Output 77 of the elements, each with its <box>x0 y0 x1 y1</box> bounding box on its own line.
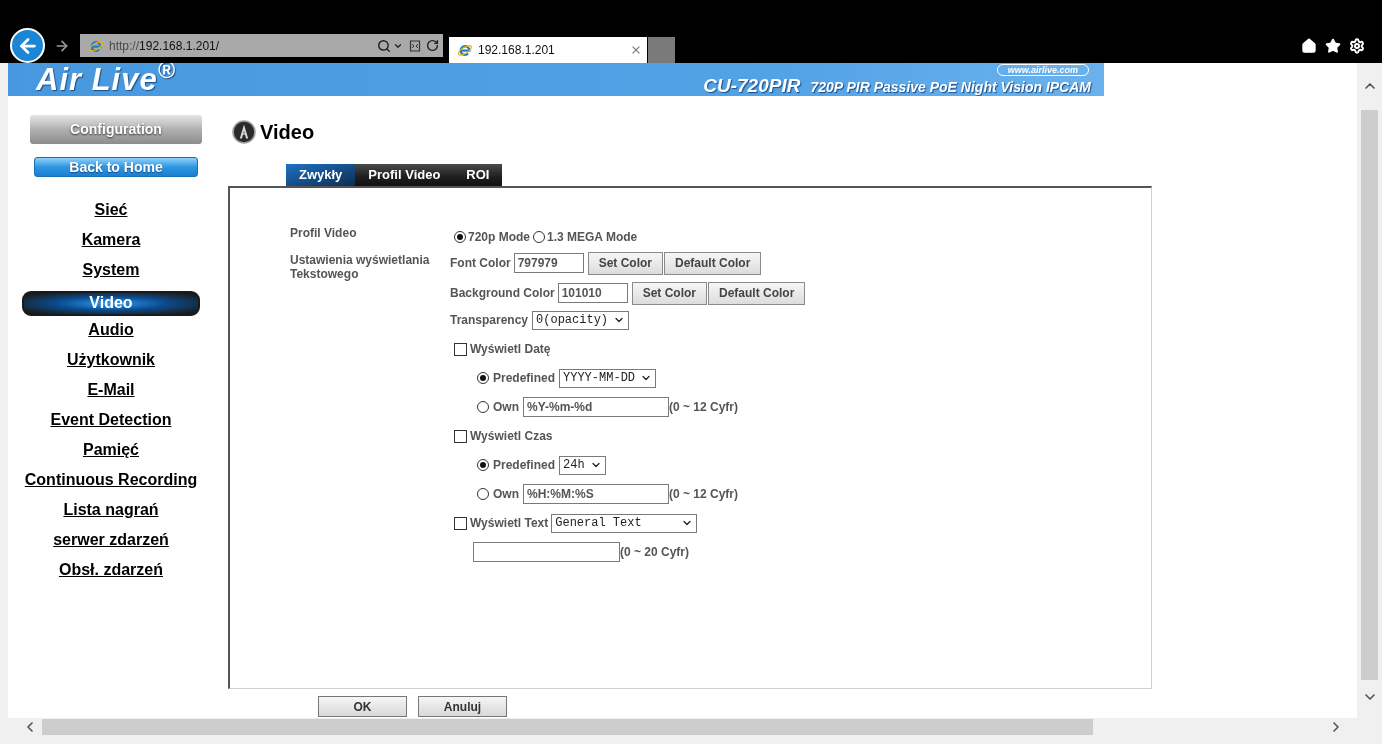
model-description: 720P PIR Passive PoE Night Vision IPCAM <box>810 77 1091 96</box>
radio-button[interactable] <box>533 231 545 243</box>
field-label: Wyświetl Text <box>470 516 549 530</box>
star-icon[interactable] <box>1325 37 1341 54</box>
back-button[interactable] <box>10 28 45 63</box>
radio-button[interactable] <box>477 372 489 384</box>
text-field[interactable]: %H:%M:%S <box>523 484 669 504</box>
menu-link[interactable]: Event Detection <box>50 408 172 432</box>
checkbox[interactable] <box>454 429 467 443</box>
menu-link[interactable]: E-Mail <box>87 378 135 402</box>
section-label: Ustawienia wyświetlania Tekstowego <box>290 253 431 281</box>
menu-link[interactable]: Audio <box>88 318 134 342</box>
logo-text: Air Live$^{®}$ <box>36 64 176 95</box>
field-label: 720p Mode <box>468 230 530 244</box>
field-label: Predefined <box>493 371 555 385</box>
search-icon[interactable] <box>377 38 391 53</box>
field-label: Background Color <box>450 286 555 300</box>
default-color-button[interactable]: Default Color <box>708 281 806 305</box>
hint-text: (0 ~ 20 Cyfr) <box>620 545 690 559</box>
tab[interactable]: Zwykły <box>286 164 356 186</box>
close-icon[interactable] <box>630 44 642 56</box>
menu-link[interactable]: Sieć <box>94 198 128 222</box>
menu-link[interactable]: System <box>82 258 140 282</box>
scrollbar-thumb[interactable] <box>1361 110 1378 680</box>
text-field[interactable]: %Y-%m-%d <box>523 397 669 417</box>
menu-link[interactable]: serwer zdarzeń <box>53 528 169 552</box>
menu-link[interactable]: Video <box>22 290 200 316</box>
radio-button[interactable] <box>477 488 489 500</box>
tab[interactable]: Profil Video <box>355 164 454 186</box>
dropdown[interactable]: YYYY-MM-DD <box>559 368 657 388</box>
field-label: Font Color <box>450 256 511 270</box>
menu-link[interactable]: Kamera <box>81 228 141 252</box>
cancel-button[interactable]: Anuluj <box>418 696 507 717</box>
default-color-button[interactable]: Default Color <box>664 251 762 275</box>
menu-link[interactable]: Pamięć <box>82 438 139 462</box>
field-label: Predefined <box>493 458 555 472</box>
menu-link[interactable]: Lista nagrań <box>63 498 159 522</box>
home-icon[interactable] <box>1301 37 1317 54</box>
section-label: Profil Video <box>290 226 358 240</box>
text-field[interactable] <box>473 542 620 562</box>
hint-text: (0 ~ 12 Cyfr) <box>669 487 739 501</box>
horizontal-scrollbar[interactable] <box>0 718 1382 744</box>
menu-link[interactable]: Użytkownik <box>67 348 155 372</box>
browser-icon <box>457 42 473 58</box>
scrollbar-thumb[interactable] <box>42 719 1093 735</box>
checkbox[interactable] <box>454 516 467 530</box>
vertical-scrollbar[interactable] <box>1357 63 1382 718</box>
dropdown[interactable]: 0(opacity) <box>532 310 630 330</box>
refresh-icon[interactable] <box>426 39 439 52</box>
radio-button[interactable] <box>454 231 466 243</box>
field-label: Wyświetl Datę <box>470 342 551 356</box>
settings-icon[interactable] <box>1349 37 1365 54</box>
text-field[interactable]: 101010 <box>557 283 628 303</box>
menu-link[interactable]: Continuous Recording <box>24 468 198 492</box>
hint-text: (0 ~ 12 Cyfr) <box>669 400 739 414</box>
field-label: Own <box>493 487 519 501</box>
page-icon[interactable] <box>409 39 421 52</box>
radio-button[interactable] <box>477 459 489 471</box>
tower-icon <box>232 120 256 144</box>
set-color-button[interactable]: Set Color <box>631 281 707 305</box>
address-bar[interactable]: http://192.168.1.201/ <box>80 34 443 57</box>
ok-button[interactable]: OK <box>318 696 407 717</box>
field-label: Own <box>493 400 519 414</box>
radio-button[interactable] <box>477 401 489 413</box>
model-name: CU-720PIR <box>703 75 801 96</box>
page-title: Video <box>260 122 315 142</box>
field-label: Transparency <box>450 313 529 327</box>
tab[interactable]: ROI <box>453 164 503 186</box>
browser-tab[interactable]: 192.168.1.201 <box>449 37 647 63</box>
dropdown[interactable]: General Text <box>551 513 698 533</box>
field-label: 1.3 MEGA Mode <box>547 230 638 244</box>
set-color-button[interactable]: Set Color <box>587 251 663 275</box>
checkbox[interactable] <box>454 342 467 356</box>
menu-link[interactable]: Obsł. zdarzeń <box>59 558 163 582</box>
field-label: Wyświetl Czas <box>470 429 553 443</box>
text-field[interactable]: 797979 <box>513 253 584 273</box>
dropdown[interactable]: 24h <box>559 455 606 475</box>
